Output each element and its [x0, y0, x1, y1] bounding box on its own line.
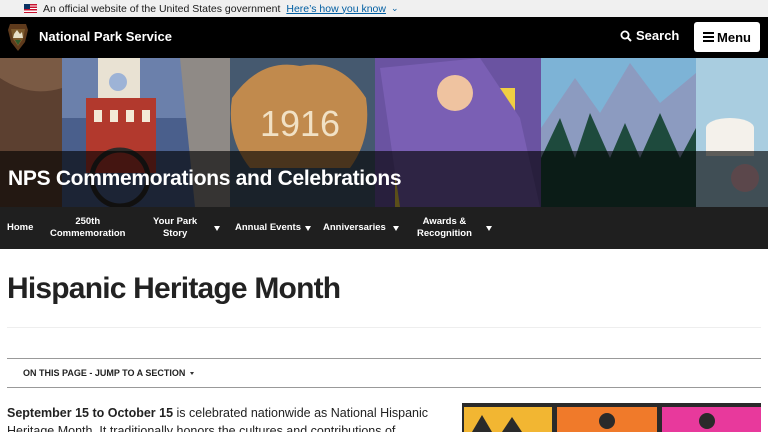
hero-title: NPS Commemorations and Celebrations [8, 167, 402, 190]
caret-down-icon [214, 225, 221, 231]
caret-down-icon [392, 225, 399, 231]
nav-your-park-story[interactable]: Your Park Story [153, 207, 221, 249]
nav-awards-recognition[interactable]: Awards & Recognition [417, 207, 492, 249]
nav-awards-label-line2: Recognition [417, 228, 472, 239]
nav-250th-label-line2: Commemoration [50, 228, 126, 239]
section-nav: Home 250th Commemoration Your Park Story A… [0, 207, 768, 249]
hero-year-text: 1916 [260, 103, 340, 144]
nav-250th-commemoration[interactable]: 250th Commemoration [50, 207, 125, 249]
gov-banner: An official website of the United States… [0, 0, 768, 17]
search-icon [620, 30, 632, 42]
jump-to-section-dropdown[interactable]: ON THIS PAGE - JUMP TO A SECTION [7, 358, 761, 388]
jump-to-section-label: ON THIS PAGE - JUMP TO A SECTION [23, 368, 186, 378]
nav-your-park-label-line2: Story [162, 228, 188, 239]
us-flag-icon [24, 4, 37, 13]
nav-your-park-label-line1: Your Park [153, 216, 198, 227]
divider [7, 327, 761, 328]
intro-date-range: September 15 to October 15 [7, 406, 174, 420]
nav-home[interactable]: Home [7, 207, 33, 249]
nav-awards-label-line1: Awards & [422, 216, 467, 227]
nav-anniversaries-label: Anniversaries [323, 222, 386, 233]
caret-down-icon [190, 371, 195, 375]
hero-banner: 1916 NPS Commemorations and Celebrations [0, 58, 768, 207]
caret-down-icon [485, 225, 492, 231]
nav-annual-events[interactable]: Annual Events [235, 207, 311, 249]
intro-paragraph: September 15 to October 15 is celebrated… [7, 404, 437, 432]
nav-home-label: Home [7, 222, 34, 233]
menu-label: Menu [717, 29, 751, 45]
search-label: Search [636, 28, 680, 43]
page-title: Hispanic Heritage Month [7, 272, 341, 305]
nps-arrowhead-logo-icon[interactable] [8, 24, 28, 51]
nav-annual-events-label: Annual Events [235, 222, 301, 233]
heres-how-you-know-link[interactable]: Here’s how you know [286, 3, 386, 15]
site-name[interactable]: National Park Service [39, 29, 172, 44]
gov-banner-text: An official website of the United States… [43, 2, 281, 15]
papel-picado-image[interactable] [462, 403, 761, 432]
menu-button[interactable]: Menu [694, 22, 760, 52]
nav-250th-label-line1: 250th [75, 216, 101, 227]
chevron-down-icon[interactable]: ⌄ [391, 3, 399, 14]
caret-down-icon [305, 225, 311, 231]
hamburger-icon [703, 30, 715, 44]
search-button[interactable]: Search [620, 28, 679, 43]
nav-anniversaries[interactable]: Anniversaries [323, 207, 399, 249]
site-header: National Park Service Search Menu [0, 17, 768, 58]
